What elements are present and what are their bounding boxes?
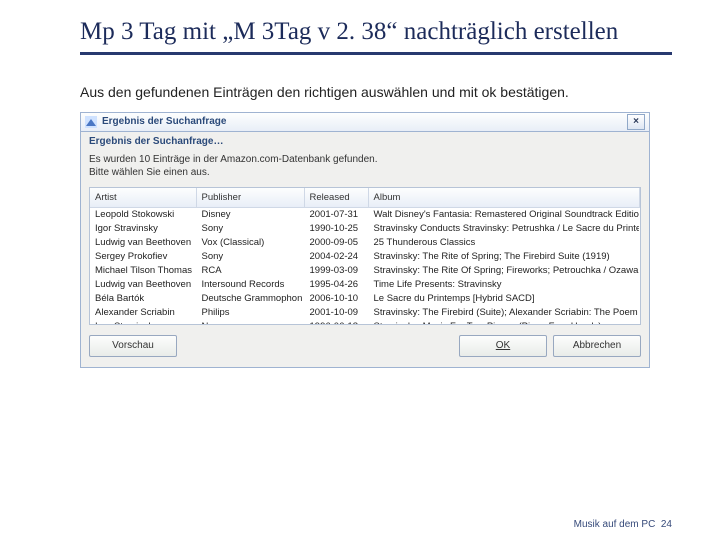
cell-publisher: Vox (Classical): [196, 236, 304, 250]
cell-artist: Michael Tilson Thomas: [90, 264, 196, 278]
search-result-window: Ergebnis der Suchanfrage × Ergebnis der …: [80, 112, 650, 368]
cell-artist: Ludwig van Beethoven: [90, 236, 196, 250]
table-row[interactable]: Ludwig van BeethovenVox (Classical)2000-…: [90, 236, 640, 250]
cell-album: Stravinsky: The Firebird (Suite); Alexan…: [368, 306, 640, 320]
cell-publisher: Disney: [196, 207, 304, 222]
table-row[interactable]: Alexander ScriabinPhilips2001-10-09Strav…: [90, 306, 640, 320]
results-table-container[interactable]: Artist Publisher Released Album Leopold …: [89, 187, 641, 325]
results-table: Artist Publisher Released Album Leopold …: [90, 188, 640, 325]
window-subtitle: Ergebnis der Suchanfrage…: [81, 132, 649, 147]
cell-album: Time Life Presents: Stravinsky: [368, 278, 640, 292]
cell-released: 2001-07-31: [304, 207, 368, 222]
info-line-1: Es wurden 10 Einträge in der Amazon.com-…: [89, 154, 378, 165]
cell-album: Walt Disney's Fantasia: Remastered Origi…: [368, 207, 640, 222]
cell-publisher: Intersound Records: [196, 278, 304, 292]
col-header-album[interactable]: Album: [368, 188, 640, 208]
close-icon[interactable]: ×: [627, 114, 645, 130]
window-caption: Ergebnis der Suchanfrage: [102, 116, 627, 127]
window-titlebar[interactable]: Ergebnis der Suchanfrage ×: [81, 113, 649, 132]
cell-released: 1995-04-26: [304, 278, 368, 292]
table-row[interactable]: Ludwig van BeethovenIntersound Records19…: [90, 278, 640, 292]
cell-released: 2004-02-24: [304, 250, 368, 264]
slide-body-text: Aus den gefundenen Einträgen den richtig…: [80, 83, 672, 102]
col-header-publisher[interactable]: Publisher: [196, 188, 304, 208]
ok-button[interactable]: OK: [459, 335, 547, 357]
cell-released: 1990-10-25: [304, 222, 368, 236]
info-line-2: Bitte wählen Sie einen aus.: [89, 167, 210, 178]
table-row[interactable]: Michael Tilson ThomasRCA1999-03-09Stravi…: [90, 264, 640, 278]
col-header-artist[interactable]: Artist: [90, 188, 196, 208]
table-row[interactable]: Béla BartókDeutsche Grammophon2006-10-10…: [90, 292, 640, 306]
cell-album: Le Sacre du Printemps [Hybrid SACD]: [368, 292, 640, 306]
cell-artist: Alexander Scriabin: [90, 306, 196, 320]
slide-footer: Musik auf dem PC 24: [574, 519, 672, 530]
col-header-released[interactable]: Released: [304, 188, 368, 208]
cell-artist: Igor Stravinsky: [90, 222, 196, 236]
footer-page: 24: [661, 519, 672, 530]
button-row: Vorschau OK Abbrechen: [81, 325, 649, 367]
cell-released: 2001-10-09: [304, 306, 368, 320]
cancel-button[interactable]: Abbrechen: [553, 335, 641, 357]
cell-publisher: Deutsche Grammophon: [196, 292, 304, 306]
cell-publisher: RCA: [196, 264, 304, 278]
cell-album: 25 Thunderous Classics: [368, 236, 640, 250]
cell-artist: Béla Bartók: [90, 292, 196, 306]
cell-publisher: Sony: [196, 222, 304, 236]
preview-button[interactable]: Vorschau: [89, 335, 177, 357]
cell-album: Stravinsky: The Rite Of Spring; Firework…: [368, 264, 640, 278]
cell-artist: Sergey Prokofiev: [90, 250, 196, 264]
window-info: Es wurden 10 Einträge in der Amazon.com-…: [81, 147, 649, 187]
table-row[interactable]: Igor StravinskySony1990-10-25Stravinsky …: [90, 222, 640, 236]
cell-released: 2006-10-10: [304, 292, 368, 306]
cell-artist: Leopold Stokowski: [90, 207, 196, 222]
cell-released: 2000-09-05: [304, 236, 368, 250]
cell-released: 1999-03-09: [304, 264, 368, 278]
cell-publisher: Sony: [196, 250, 304, 264]
table-row[interactable]: Leopold StokowskiDisney2001-07-31Walt Di…: [90, 207, 640, 222]
cell-album: Stravinsky Conducts Stravinsky: Petrushk…: [368, 222, 640, 236]
cell-album: Stravinsky: The Rite of Spring; The Fire…: [368, 250, 640, 264]
slide-title: Mp 3 Tag mit „M 3Tag v 2. 38“ nachträgli…: [80, 18, 672, 46]
cell-publisher: Philips: [196, 306, 304, 320]
app-icon: [85, 116, 97, 128]
footer-text: Musik auf dem PC: [574, 519, 656, 530]
table-row[interactable]: Sergey ProkofievSony2004-02-24Stravinsky…: [90, 250, 640, 264]
title-underline: [80, 52, 672, 55]
cell-artist: Ludwig van Beethoven: [90, 278, 196, 292]
